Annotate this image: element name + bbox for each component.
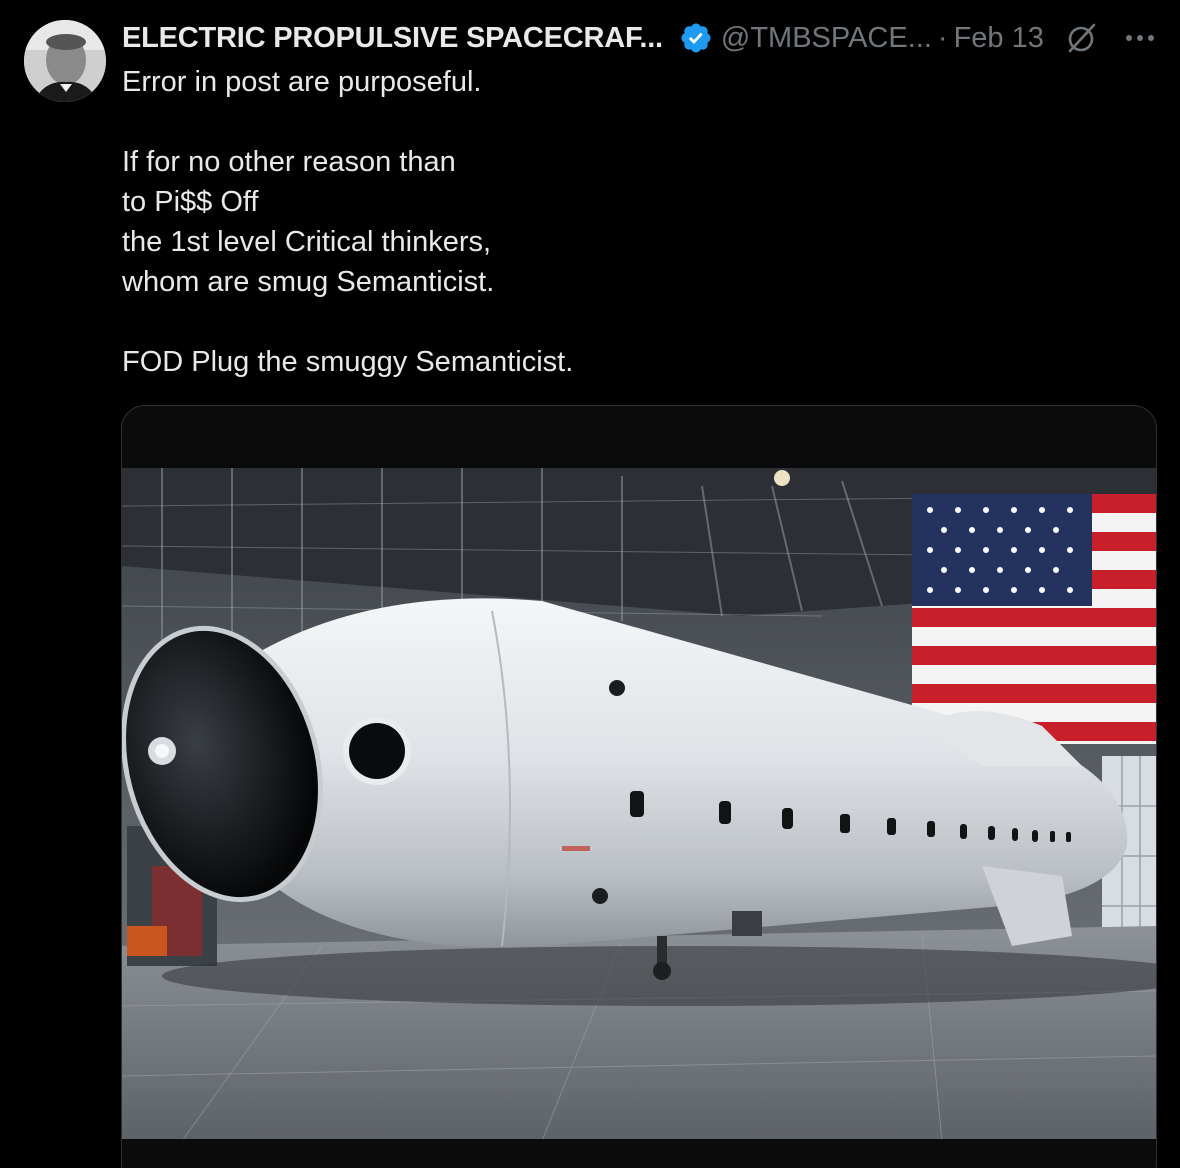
post-text: Error in post are purposeful. If for no … (122, 62, 1122, 382)
flag (912, 494, 1156, 744)
author-display-name[interactable]: ELECTRIC PROPULSIVE SPACECRAF... (122, 22, 663, 55)
post: ELECTRIC PROPULSIVE SPACECRAF... @TMBSPA… (0, 0, 1180, 1168)
author-avatar[interactable] (24, 20, 106, 102)
author-handle[interactable]: @TMBSPACE... (721, 22, 932, 55)
grok-icon[interactable] (1064, 21, 1098, 55)
post-text-line: Error in post are purposeful. (122, 66, 482, 98)
post-text-line: whom are smug Semanticist. (122, 266, 495, 298)
post-date[interactable]: Feb 13 (954, 22, 1044, 55)
post-text-line (122, 302, 1122, 342)
post-media-image[interactable] (121, 405, 1157, 1168)
verified-badge-icon[interactable] (679, 21, 713, 55)
more-options-icon[interactable] (1122, 24, 1158, 52)
post-text-line (122, 102, 1122, 142)
post-header: ELECTRIC PROPULSIVE SPACECRAF... @TMBSPA… (122, 18, 1098, 58)
spacecraft-hangar-illustration (122, 406, 1156, 1168)
separator-dot: · (937, 21, 948, 54)
post-text-line: If for no other reason than (122, 146, 456, 178)
post-text-line: the 1st level Critical thinkers, (122, 226, 492, 258)
post-text-line: FOD Plug the smuggy Semanticist. (122, 346, 574, 378)
post-text-line: to Pi$$ Off (122, 186, 259, 218)
